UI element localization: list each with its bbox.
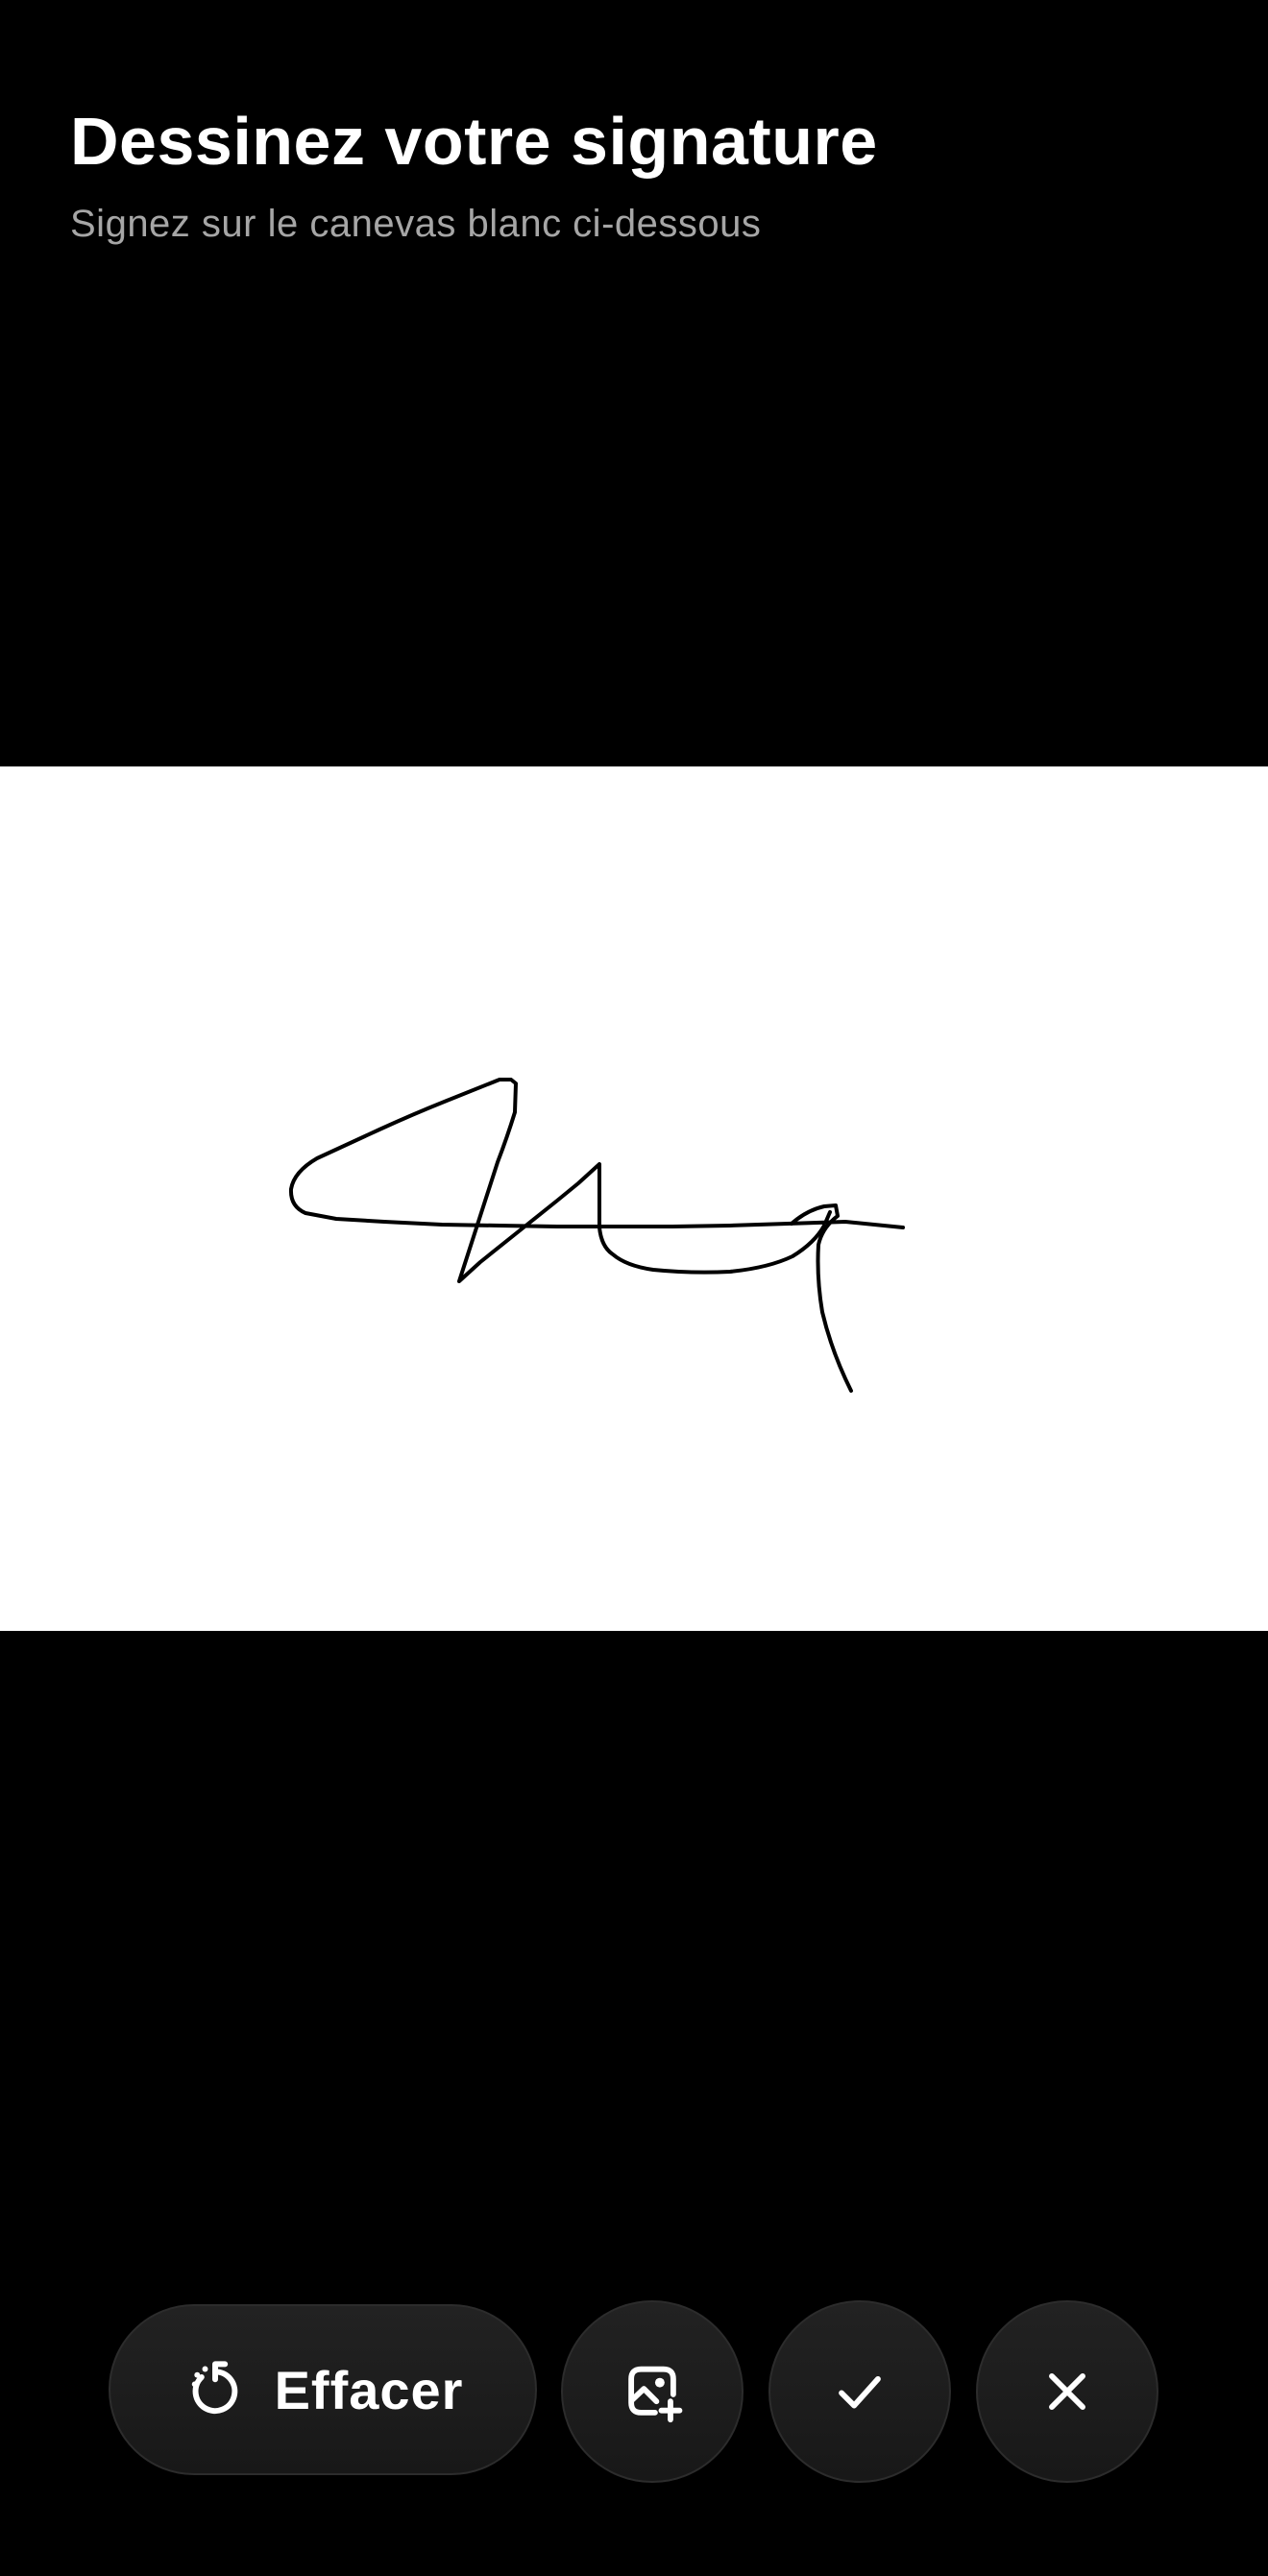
cancel-button[interactable] [976, 2300, 1158, 2483]
page-title: Dessinez votre signature [70, 104, 878, 179]
rotate-ccw-icon [191, 2361, 237, 2415]
check-icon [839, 2375, 881, 2409]
bottom-toolbar: Effacer [0, 2298, 1268, 2485]
page-subtitle: Signez sur le canevas blanc ci-dessous [70, 203, 762, 245]
signature-screen: Dessinez votre signature Signez sur le c… [0, 0, 1268, 2576]
image-plus-icon [628, 2366, 683, 2423]
signature-canvas[interactable] [0, 766, 1268, 1631]
signature-stroke-main [288, 1078, 905, 1283]
confirm-button[interactable] [768, 2300, 951, 2483]
clear-button-label: Effacer [274, 2359, 464, 2420]
clear-button[interactable]: Effacer [109, 2304, 537, 2475]
signature-stroke-tail [790, 1203, 853, 1393]
upload-image-button[interactable] [561, 2300, 744, 2483]
close-icon [1049, 2373, 1085, 2410]
header: Dessinez votre signature Signez sur le c… [70, 100, 1204, 248]
signature-drawing [288, 1078, 905, 1393]
